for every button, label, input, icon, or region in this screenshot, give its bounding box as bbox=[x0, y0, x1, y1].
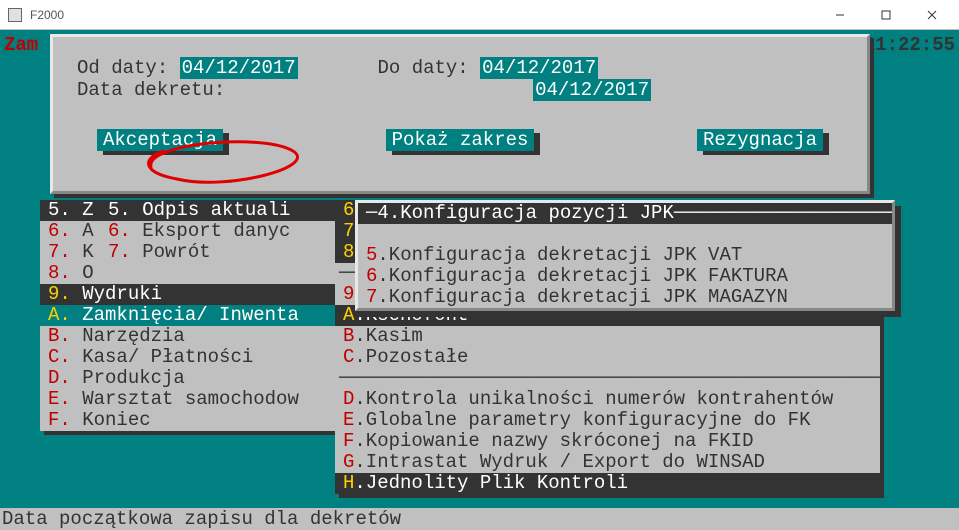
menu-item[interactable]: G.Intrastat Wydruk / Export do WINSAD bbox=[335, 452, 880, 473]
menu-item[interactable]: 7. Powrót bbox=[100, 242, 340, 263]
menu-item[interactable]: B.Kasim bbox=[335, 326, 880, 347]
jpk-menu-panel: ─4.Konfiguracja pozycji JPK─────────────… bbox=[355, 200, 895, 311]
menu-item[interactable]: B. Narzędzia bbox=[40, 326, 340, 347]
menu-item[interactable]: D.Kontrola unikalności numerów kontrahen… bbox=[335, 389, 880, 410]
menu-divider: ────────────────────────────────────────… bbox=[335, 368, 880, 389]
data-dekretu-field[interactable]: 04/12/2017 bbox=[533, 79, 651, 101]
status-bar: Data początkowa zapisu dla dekretów bbox=[0, 508, 959, 530]
menu-item[interactable]: 6. Eksport danyc bbox=[100, 221, 340, 242]
menu-title: ─4.Konfiguracja pozycji JPK─────────────… bbox=[358, 203, 892, 224]
menu-item[interactable]: C. Kasa/ Płatności bbox=[40, 347, 340, 368]
sub-menu-panel: 5. Odpis aktuali 6. Eksport danyc 7. Pow… bbox=[100, 200, 340, 263]
do-daty-field[interactable]: 04/12/2017 bbox=[480, 57, 598, 79]
menu-item[interactable]: 7.Konfiguracja dekretacji JPK MAGAZYN bbox=[358, 287, 892, 308]
minimize-button[interactable] bbox=[817, 1, 863, 29]
akceptacja-button[interactable]: Akceptacja bbox=[97, 129, 223, 151]
menu-item[interactable]: 5. Odpis aktuali bbox=[100, 200, 340, 221]
menu-item[interactable]: D. Produkcja bbox=[40, 368, 340, 389]
window-title: F2000 bbox=[30, 8, 64, 22]
menu-item-selected[interactable]: H.Jednolity Plik Kontroli bbox=[335, 473, 880, 494]
window-icon bbox=[8, 8, 22, 22]
maximize-button[interactable] bbox=[863, 1, 909, 29]
menu-item[interactable]: 9. Wydruki bbox=[40, 284, 340, 305]
menu-item-selected[interactable]: A. Zamknięcia/ Inwenta bbox=[40, 305, 340, 326]
menu-item[interactable]: E.Globalne parametry konfiguracyjne do F… bbox=[335, 410, 880, 431]
date-dialog: Od daty: 04/12/2017 Do daty: 04/12/2017 … bbox=[50, 34, 870, 194]
od-daty-label: Od daty: bbox=[77, 57, 168, 79]
menu-zam[interactable]: Zam bbox=[4, 34, 38, 56]
data-dekretu-label: Data dekretu: bbox=[77, 79, 225, 101]
menu-item[interactable]: F.Kopiowanie nazwy skróconej na FKID bbox=[335, 431, 880, 452]
rezygnacja-button[interactable]: Rezygnacja bbox=[697, 129, 823, 151]
menu-item[interactable]: F. Koniec bbox=[40, 410, 340, 431]
do-daty-label: Do daty: bbox=[377, 57, 468, 79]
menu-item[interactable]: 6.Konfiguracja dekretacji JPK FAKTURA bbox=[358, 266, 892, 287]
menu-item-blank bbox=[358, 224, 892, 245]
pokaz-zakres-button[interactable]: Pokaż zakres bbox=[386, 129, 535, 151]
window-titlebar: F2000 bbox=[0, 0, 959, 30]
menu-item[interactable]: 5.Konfiguracja dekretacji JPK VAT bbox=[358, 245, 892, 266]
close-button[interactable] bbox=[909, 1, 955, 29]
menu-item[interactable]: C.Pozostałe bbox=[335, 347, 880, 368]
app-area: Zam |SU|11:22:55 Od daty: 04/12/2017 Do … bbox=[0, 30, 959, 510]
menu-item[interactable]: 8. O bbox=[40, 263, 340, 284]
menu-item[interactable]: E. Warsztat samochodow bbox=[40, 389, 340, 410]
od-daty-field[interactable]: 04/12/2017 bbox=[180, 57, 298, 79]
